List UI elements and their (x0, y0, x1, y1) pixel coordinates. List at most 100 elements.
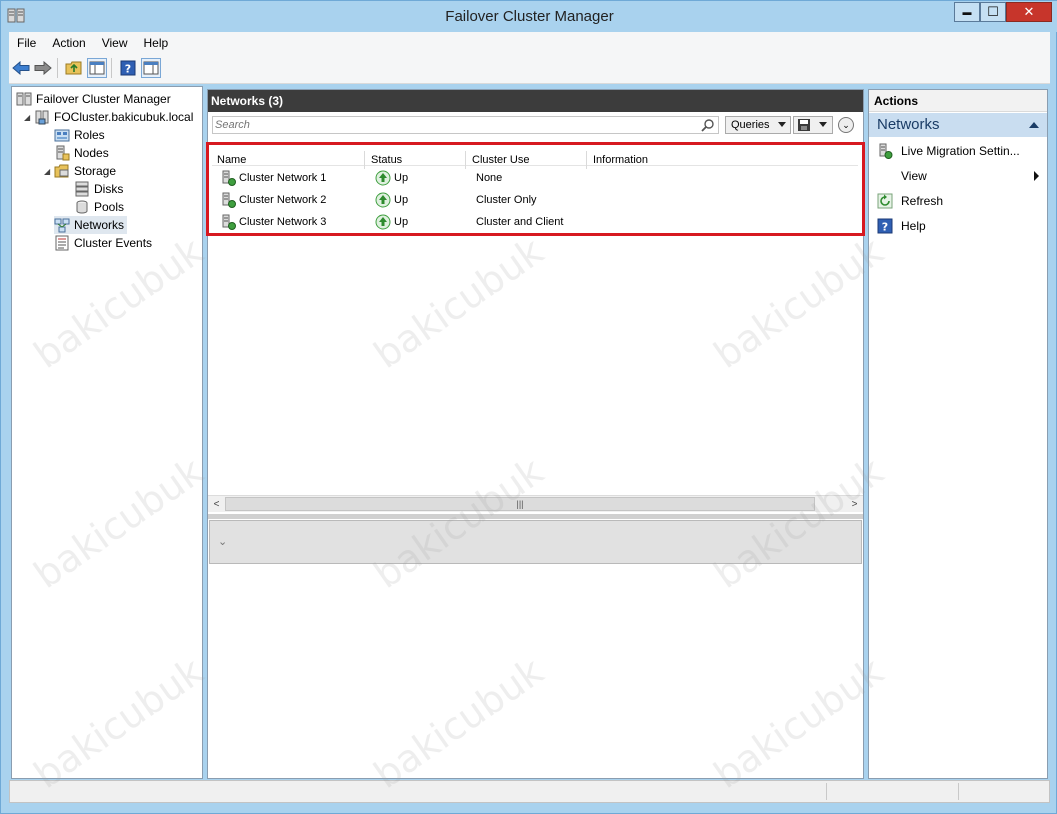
network-icon (222, 192, 236, 208)
tree-label-roles: Roles (74, 128, 105, 142)
status-text: Up (394, 194, 409, 206)
help-toolbar-button[interactable]: ? (118, 58, 138, 78)
actions-section-networks[interactable]: Networks (869, 113, 1047, 137)
folder-up-icon (65, 61, 82, 75)
svg-text:?: ? (882, 221, 888, 234)
tree-label-cluster: FOCluster.bakicubuk.local (54, 110, 194, 124)
chevron-right-icon: > (851, 498, 858, 510)
status-segment (958, 783, 959, 800)
action-view[interactable]: View (869, 165, 1047, 187)
tree-item-root[interactable]: Failover Cluster Manager (16, 90, 171, 108)
tree-item-cluster[interactable]: FOCluster.bakicubuk.local (34, 108, 193, 126)
search-input[interactable] (215, 118, 695, 132)
expand-cluster-icon[interactable]: ◢ (24, 113, 30, 122)
queries-button[interactable]: Queries (725, 116, 791, 134)
tree-item-networks[interactable]: Networks (54, 216, 128, 234)
action-live-migration-settings[interactable]: Live Migration Settin... (869, 140, 1047, 162)
scroll-right-button[interactable]: > (846, 496, 863, 512)
action-refresh[interactable]: Refresh (869, 190, 1047, 212)
column-header-row: Name Status Cluster Use Information (212, 146, 858, 169)
action-label: Refresh (901, 194, 944, 208)
tree-label-networks: Networks (74, 218, 125, 232)
search-icon (701, 119, 714, 132)
action-help[interactable]: ? Help (869, 215, 1047, 237)
menu-view[interactable]: View (94, 36, 136, 50)
tree-item-roles[interactable]: Roles (54, 126, 105, 144)
cluster-manager-icon (16, 92, 32, 106)
window-title: Failover Cluster Manager (445, 8, 614, 25)
table-row[interactable]: Cluster Network 2 Up Cluster Only (212, 189, 858, 211)
network-name: Cluster Network 3 (239, 216, 327, 228)
save-icon (798, 119, 810, 131)
scroll-thumb[interactable]: ||| (225, 497, 815, 511)
network-icon (222, 214, 236, 230)
actions-pane: Actions Networks Live Migration Settin..… (868, 89, 1048, 779)
save-query-button[interactable] (793, 116, 833, 134)
status-text: Up (394, 216, 409, 228)
console-tree-icon (89, 61, 105, 75)
actions-title: Actions (869, 90, 1047, 112)
queries-label: Queries (731, 119, 770, 131)
results-title: Networks (3) (208, 90, 863, 112)
scroll-left-button[interactable]: < (208, 496, 225, 512)
storage-folder-icon (54, 164, 69, 178)
tree-label-nodes: Nodes (74, 146, 109, 160)
tree-item-nodes[interactable]: Nodes (54, 144, 109, 162)
cluster-use-text: None (476, 172, 503, 184)
collapse-search-button[interactable]: ⌄ (838, 117, 854, 133)
forward-button[interactable] (33, 58, 53, 78)
close-icon: ✕ (1023, 4, 1035, 19)
expand-details-icon[interactable]: ⌄ (218, 535, 227, 548)
show-hide-action-pane-button[interactable] (141, 58, 161, 78)
tree-item-storage[interactable]: Storage (54, 162, 116, 180)
status-up-icon (375, 170, 391, 186)
close-button[interactable]: ✕ (1006, 2, 1052, 22)
network-name: Cluster Network 1 (239, 172, 327, 184)
tree-item-cluster-events[interactable]: Cluster Events (54, 234, 152, 252)
title-bar: Failover Cluster Manager ▬ ☐ ✕ (1, 1, 1057, 32)
nodes-icon (56, 145, 70, 161)
cell-name: Cluster Network 3 (220, 211, 326, 233)
up-level-button[interactable] (64, 58, 84, 78)
console-tree: Failover Cluster Manager ◢ FOCluster.bak… (11, 86, 203, 779)
expand-storage-icon[interactable]: ◢ (44, 167, 50, 176)
pane-splitter[interactable] (208, 514, 863, 519)
disks-icon (75, 181, 89, 197)
action-label: Help (901, 219, 926, 233)
tree-label-disks: Disks (94, 182, 124, 196)
search-box[interactable] (212, 116, 719, 134)
save-dropdown-icon (819, 122, 827, 127)
network-icon (222, 170, 236, 186)
minimize-button[interactable]: ▬ (954, 2, 980, 22)
table-row[interactable]: Cluster Network 1 Up None (212, 167, 858, 189)
tree-item-pools[interactable]: Pools (74, 198, 124, 216)
menu-file[interactable]: File (9, 36, 44, 50)
live-migration-icon (879, 143, 893, 159)
minimize-icon: ▬ (962, 7, 972, 17)
submenu-arrow-icon (1034, 171, 1039, 181)
cluster-events-icon (55, 235, 69, 251)
help-icon: ? (120, 60, 136, 76)
tree-label-cluster-events: Cluster Events (74, 236, 153, 250)
tree-label-pools: Pools (94, 200, 125, 214)
status-up-icon (375, 214, 391, 230)
show-hide-tree-button[interactable] (87, 58, 107, 78)
horizontal-scrollbar[interactable]: < ||| > (208, 495, 863, 512)
cell-status: Up (375, 211, 408, 233)
table-row[interactable]: Cluster Network 3 Up Cluster and Client (212, 211, 858, 233)
menu-action[interactable]: Action (44, 36, 93, 50)
toolbar: ? (9, 53, 1050, 84)
queries-dropdown-icon (778, 122, 786, 127)
help-icon: ? (877, 218, 893, 234)
status-segment (826, 783, 827, 800)
cell-name: Cluster Network 1 (220, 167, 326, 189)
status-text: Up (394, 172, 409, 184)
tree-item-disks[interactable]: Disks (74, 180, 123, 198)
menu-help[interactable]: Help (136, 36, 177, 50)
back-button[interactable] (11, 58, 31, 78)
refresh-icon (877, 193, 893, 209)
action-pane-icon (143, 61, 159, 75)
maximize-button[interactable]: ☐ (980, 2, 1006, 22)
results-pane: Networks (3) Queries (206, 89, 865, 779)
chevron-left-icon: < (213, 498, 220, 510)
